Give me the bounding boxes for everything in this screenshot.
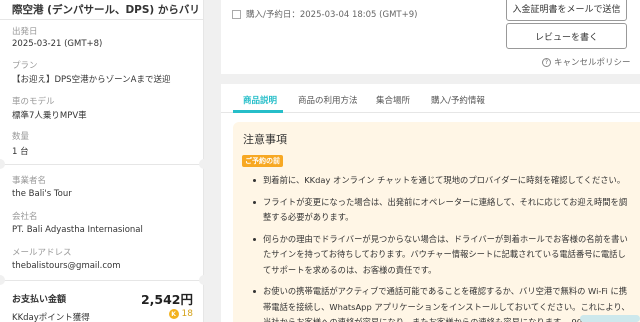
points-value: K 18 [168, 309, 193, 319]
quantity-label: 数量 [12, 132, 30, 142]
tab-product-description[interactable]: 商品説明 [243, 94, 277, 106]
points-amount: 18 [181, 309, 193, 319]
email-label: メールアドレス [12, 248, 72, 258]
help-icon: ? [542, 57, 551, 67]
ticket-notch-left [0, 159, 5, 169]
tab-bar: 商品説明 商品の利用方法 集合場所 購入/予約情報 [221, 84, 640, 113]
active-tab-indicator [233, 110, 283, 113]
company-value: PT. Bali Adyastha Internasional [12, 225, 143, 235]
operator-value: the Bali's Tour [12, 189, 72, 199]
total-amount-label: お支払い金額 [12, 295, 67, 305]
product-details-card: 商品説明 商品の利用方法 集合場所 購入/予約情報 注意事項 ご予約の前 到着前… [221, 84, 640, 322]
product-title[interactable]: 際空港 (デンパサール、DPS) からバリ島… [12, 2, 198, 17]
horizontal-scrollbar[interactable] [580, 315, 640, 322]
ticket-notch-right [199, 275, 209, 285]
list-item: 何らかの理由でドライバーが見つからない場合は、ドライバーが到着ホールでお客様の名… [251, 232, 631, 279]
company-label: 会社名 [12, 212, 38, 222]
car-model-value: 標準7人乗りMPV車 [12, 111, 87, 121]
ticket-divider [0, 280, 204, 281]
before-booking-badge: ご予約の前 [242, 155, 283, 167]
ticket-notch-left [0, 275, 5, 285]
list-item: フライトが変更になった場合は、出発前にオペレーターに連絡して、それに応じてお迎え… [251, 195, 631, 226]
total-amount-value: 2,542円 [140, 292, 193, 307]
notice-title: 注意事項 [243, 133, 287, 146]
quantity-value: 1 台 [12, 147, 29, 157]
divider [0, 19, 204, 20]
cancel-policy-label: キャンセルポリシー [554, 58, 631, 68]
departure-date-label: 出発日 [12, 27, 38, 37]
order-actions-card: 購入/予約日：2025-03-04 18:05 (GMT+9) 入金証明書をメー… [221, 0, 640, 74]
order-summary-card: 際空港 (デンパサール、DPS) からバリ島… 出発日 2025-03-21 (… [0, 0, 209, 322]
calendar-icon [232, 9, 241, 19]
kkday-coin-icon: K [168, 309, 179, 319]
notice-list: 到着前に、KKday オンライン チャットを通じて現地のプロバイダーに時刻を確認… [251, 173, 631, 322]
ticket-notch-right [199, 159, 209, 169]
plan-label: プラン [12, 61, 38, 71]
tab-booking-info[interactable]: 購入/予約情報 [431, 94, 485, 106]
departure-date-value: 2025-03-21 (GMT+8) [12, 39, 103, 49]
notice-box: 注意事項 ご予約の前 到着前に、KKday オンライン チャットを通じて現地のプ… [233, 122, 640, 322]
list-item: 到着前に、KKday オンライン チャットを通じて現地のプロバイダーに時刻を確認… [251, 173, 631, 189]
purchase-date: 購入/予約日：2025-03-04 18:05 (GMT+9) [246, 10, 418, 20]
email-value[interactable]: thebalistours@gmail.com [12, 261, 121, 271]
car-model-label: 車のモデル [12, 97, 55, 107]
tab-how-to-use[interactable]: 商品の利用方法 [298, 94, 358, 106]
write-review-button[interactable]: レビューを書く [506, 23, 627, 49]
tab-meeting-point[interactable]: 集合場所 [376, 94, 410, 106]
list-item: お使いの携帯電話がアクティブで通話可能であることを確認するか、バリ空港で無料の … [251, 284, 631, 322]
send-receipt-button[interactable]: 入金証明書をメールで送信 [506, 0, 627, 21]
plan-value: 【お迎え】DPS空港からゾーンAまで送迎 [12, 75, 171, 85]
operator-label: 事業者名 [12, 176, 47, 186]
points-label: KKdayポイント獲得 [12, 313, 90, 322]
cancel-policy-link[interactable]: ? キャンセルポリシー [542, 56, 631, 68]
ticket-divider [0, 164, 204, 165]
purchase-date-row: 購入/予約日：2025-03-04 18:05 (GMT+9) [232, 8, 417, 20]
